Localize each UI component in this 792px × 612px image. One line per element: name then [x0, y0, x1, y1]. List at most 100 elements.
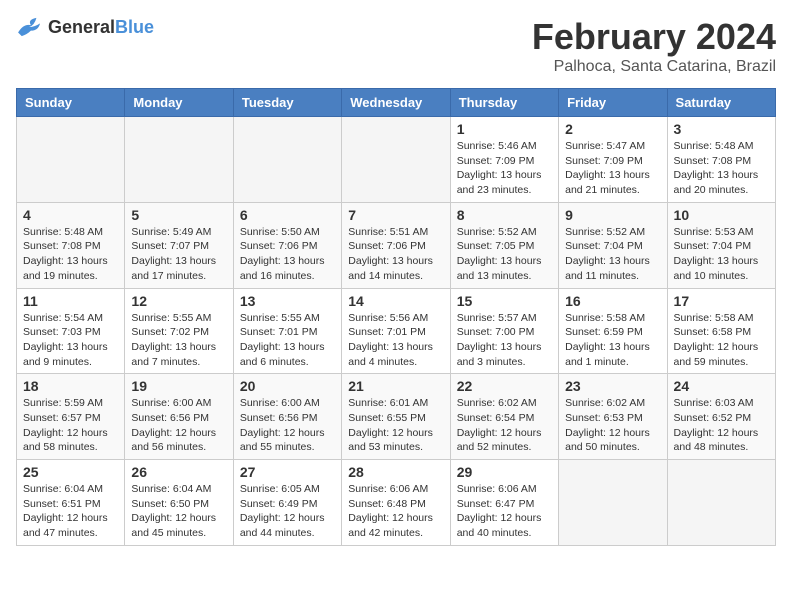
day-info: Sunrise: 5:48 AM Sunset: 7:08 PM Dayligh… — [23, 225, 118, 284]
week-row-3: 11 Sunrise: 5:54 AM Sunset: 7:03 PM Dayli… — [17, 288, 776, 374]
calendar-cell: 5 Sunrise: 5:49 AM Sunset: 7:07 PM Daylig… — [125, 202, 233, 288]
week-row-5: 25Sunrise: 6:04 AM Sunset: 6:51 PM Dayli… — [17, 460, 776, 546]
day-info: Sunrise: 6:00 AM Sunset: 6:56 PM Dayligh… — [131, 396, 226, 455]
day-info: Sunrise: 5:52 AM Sunset: 7:04 PM Dayligh… — [565, 225, 660, 284]
day-number: 24 — [674, 378, 769, 394]
logo-blue: Blue — [115, 17, 154, 37]
weekday-header-sunday: Sunday — [17, 89, 125, 117]
day-info: Sunrise: 5:56 AM Sunset: 7:01 PM Dayligh… — [348, 311, 443, 370]
day-info: Sunrise: 5:59 AM Sunset: 6:57 PM Dayligh… — [23, 396, 118, 455]
day-number: 7 — [348, 207, 443, 223]
calendar-cell: 10Sunrise: 5:53 AM Sunset: 7:04 PM Dayli… — [667, 202, 775, 288]
day-info: Sunrise: 6:06 AM Sunset: 6:47 PM Dayligh… — [457, 482, 552, 541]
day-info: Sunrise: 5:51 AM Sunset: 7:06 PM Dayligh… — [348, 225, 443, 284]
calendar-cell: 11 Sunrise: 5:54 AM Sunset: 7:03 PM Dayli… — [17, 288, 125, 374]
calendar-cell: 17 Sunrise: 5:58 AM Sunset: 6:58 PM Dayli… — [667, 288, 775, 374]
day-number: 26 — [131, 464, 226, 480]
day-info: Sunrise: 6:04 AM Sunset: 6:51 PM Dayligh… — [23, 482, 118, 541]
day-number: 18 — [23, 378, 118, 394]
day-info: Sunrise: 5:55 AM Sunset: 7:02 PM Dayligh… — [131, 311, 226, 370]
calendar-cell: 2Sunrise: 5:47 AM Sunset: 7:09 PM Daylig… — [559, 117, 667, 203]
weekday-header-thursday: Thursday — [450, 89, 558, 117]
day-number: 29 — [457, 464, 552, 480]
location-title: Palhoca, Santa Catarina, Brazil — [532, 58, 776, 76]
logo-general: General — [48, 17, 115, 37]
calendar-cell — [125, 117, 233, 203]
calendar-cell: 16Sunrise: 5:58 AM Sunset: 6:59 PM Dayli… — [559, 288, 667, 374]
day-number: 9 — [565, 207, 660, 223]
week-row-2: 4 Sunrise: 5:48 AM Sunset: 7:08 PM Daylig… — [17, 202, 776, 288]
day-number: 27 — [240, 464, 335, 480]
day-number: 13 — [240, 293, 335, 309]
calendar-cell: 22 Sunrise: 6:02 AM Sunset: 6:54 PM Dayli… — [450, 374, 558, 460]
day-number: 6 — [240, 207, 335, 223]
day-info: Sunrise: 6:04 AM Sunset: 6:50 PM Dayligh… — [131, 482, 226, 541]
day-info: Sunrise: 5:46 AM Sunset: 7:09 PM Dayligh… — [457, 139, 552, 198]
weekday-header-tuesday: Tuesday — [233, 89, 341, 117]
calendar-cell: 28Sunrise: 6:06 AM Sunset: 6:48 PM Dayli… — [342, 460, 450, 546]
day-info: Sunrise: 5:48 AM Sunset: 7:08 PM Dayligh… — [674, 139, 769, 198]
day-info: Sunrise: 5:49 AM Sunset: 7:07 PM Dayligh… — [131, 225, 226, 284]
day-info: Sunrise: 5:57 AM Sunset: 7:00 PM Dayligh… — [457, 311, 552, 370]
calendar-cell: 3 Sunrise: 5:48 AM Sunset: 7:08 PM Daylig… — [667, 117, 775, 203]
calendar-cell — [667, 460, 775, 546]
logo: GeneralBlue — [16, 16, 154, 38]
day-number: 2 — [565, 121, 660, 137]
calendar-cell: 8 Sunrise: 5:52 AM Sunset: 7:05 PM Daylig… — [450, 202, 558, 288]
calendar-cell: 19 Sunrise: 6:00 AM Sunset: 6:56 PM Dayli… — [125, 374, 233, 460]
calendar-cell: 27Sunrise: 6:05 AM Sunset: 6:49 PM Dayli… — [233, 460, 341, 546]
day-info: Sunrise: 6:01 AM Sunset: 6:55 PM Dayligh… — [348, 396, 443, 455]
day-number: 20 — [240, 378, 335, 394]
calendar-cell: 14Sunrise: 5:56 AM Sunset: 7:01 PM Dayli… — [342, 288, 450, 374]
logo-text: GeneralBlue — [48, 17, 154, 38]
calendar-table: SundayMondayTuesdayWednesdayThursdayFrid… — [16, 88, 776, 546]
day-number: 11 — [23, 293, 118, 309]
weekday-header-monday: Monday — [125, 89, 233, 117]
day-number: 8 — [457, 207, 552, 223]
day-number: 17 — [674, 293, 769, 309]
day-number: 15 — [457, 293, 552, 309]
calendar-cell — [559, 460, 667, 546]
day-number: 10 — [674, 207, 769, 223]
day-number: 22 — [457, 378, 552, 394]
calendar-cell — [17, 117, 125, 203]
calendar-cell: 26 Sunrise: 6:04 AM Sunset: 6:50 PM Dayli… — [125, 460, 233, 546]
calendar-cell: 23 Sunrise: 6:02 AM Sunset: 6:53 PM Dayli… — [559, 374, 667, 460]
day-info: Sunrise: 6:02 AM Sunset: 6:54 PM Dayligh… — [457, 396, 552, 455]
day-info: Sunrise: 5:54 AM Sunset: 7:03 PM Dayligh… — [23, 311, 118, 370]
day-info: Sunrise: 5:58 AM Sunset: 6:58 PM Dayligh… — [674, 311, 769, 370]
calendar-cell: 24 Sunrise: 6:03 AM Sunset: 6:52 PM Dayli… — [667, 374, 775, 460]
weekday-header-friday: Friday — [559, 89, 667, 117]
weekday-header-row: SundayMondayTuesdayWednesdayThursdayFrid… — [17, 89, 776, 117]
calendar-cell: 9 Sunrise: 5:52 AM Sunset: 7:04 PM Daylig… — [559, 202, 667, 288]
calendar-cell: 12 Sunrise: 5:55 AM Sunset: 7:02 PM Dayli… — [125, 288, 233, 374]
day-number: 23 — [565, 378, 660, 394]
calendar-cell: 6 Sunrise: 5:50 AM Sunset: 7:06 PM Daylig… — [233, 202, 341, 288]
day-number: 28 — [348, 464, 443, 480]
logo-icon — [16, 16, 44, 38]
calendar-cell: 29 Sunrise: 6:06 AM Sunset: 6:47 PM Dayli… — [450, 460, 558, 546]
day-number: 3 — [674, 121, 769, 137]
day-number: 16 — [565, 293, 660, 309]
day-number: 5 — [131, 207, 226, 223]
day-info: Sunrise: 5:55 AM Sunset: 7:01 PM Dayligh… — [240, 311, 335, 370]
calendar-cell: 18 Sunrise: 5:59 AM Sunset: 6:57 PM Dayli… — [17, 374, 125, 460]
day-number: 1 — [457, 121, 552, 137]
calendar-cell: 1 Sunrise: 5:46 AM Sunset: 7:09 PM Daylig… — [450, 117, 558, 203]
day-number: 21 — [348, 378, 443, 394]
day-info: Sunrise: 6:02 AM Sunset: 6:53 PM Dayligh… — [565, 396, 660, 455]
day-number: 12 — [131, 293, 226, 309]
day-number: 4 — [23, 207, 118, 223]
day-info: Sunrise: 5:52 AM Sunset: 7:05 PM Dayligh… — [457, 225, 552, 284]
week-row-1: 1 Sunrise: 5:46 AM Sunset: 7:09 PM Daylig… — [17, 117, 776, 203]
calendar-cell: 7 Sunrise: 5:51 AM Sunset: 7:06 PM Daylig… — [342, 202, 450, 288]
month-title: February 2024 — [532, 16, 776, 58]
calendar-cell: 15 Sunrise: 5:57 AM Sunset: 7:00 PM Dayli… — [450, 288, 558, 374]
title-section: February 2024 Palhoca, Santa Catarina, B… — [532, 16, 776, 76]
day-number: 19 — [131, 378, 226, 394]
day-info: Sunrise: 5:50 AM Sunset: 7:06 PM Dayligh… — [240, 225, 335, 284]
day-info: Sunrise: 6:03 AM Sunset: 6:52 PM Dayligh… — [674, 396, 769, 455]
page-header: GeneralBlue February 2024 Palhoca, Santa… — [16, 16, 776, 76]
day-info: Sunrise: 6:00 AM Sunset: 6:56 PM Dayligh… — [240, 396, 335, 455]
week-row-4: 18 Sunrise: 5:59 AM Sunset: 6:57 PM Dayli… — [17, 374, 776, 460]
